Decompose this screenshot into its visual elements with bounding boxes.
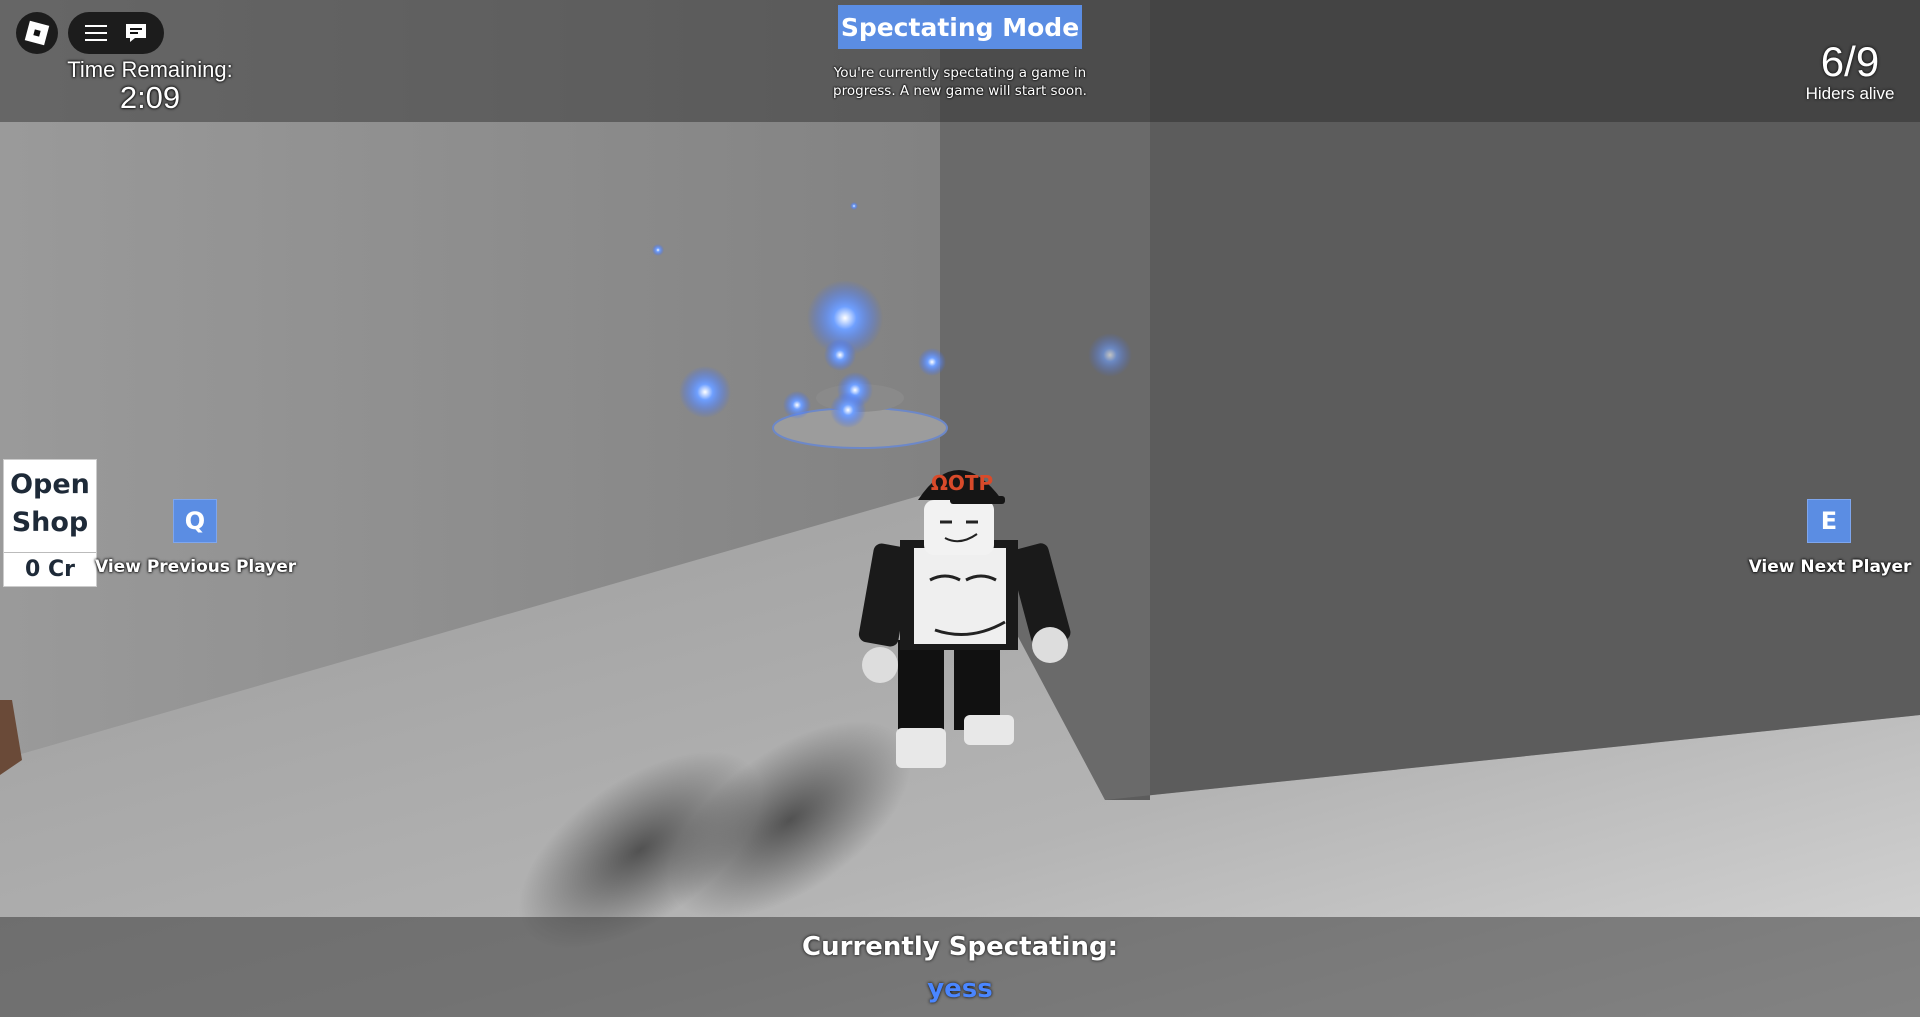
hamburger-menu-button[interactable] bbox=[78, 15, 114, 51]
spectating-mode-button[interactable]: Spectating Mode bbox=[838, 5, 1082, 49]
open-shop-button[interactable]: Open Shop bbox=[4, 460, 96, 552]
credits-balance: 0 Cr bbox=[4, 552, 96, 587]
open-shop-label-line1: Open bbox=[10, 469, 90, 500]
topbar-pill bbox=[68, 12, 164, 54]
view-next-player-label[interactable]: View Next Player bbox=[1740, 557, 1920, 577]
hiders-count: 6/9 bbox=[1820, 38, 1880, 85]
chat-icon bbox=[126, 24, 146, 42]
prev-player-key-button[interactable]: Q bbox=[173, 499, 217, 543]
time-remaining-label: Time Remaining: bbox=[67, 57, 233, 82]
open-shop-label-line2: Shop bbox=[11, 507, 89, 538]
spectating-description: You're currently spectating a game in pr… bbox=[833, 65, 1087, 99]
hiders-label: Hiders alive bbox=[1805, 84, 1895, 103]
spectated-player-name: yess bbox=[927, 974, 993, 1004]
svg-text:ΩOTP: ΩOTP bbox=[931, 471, 993, 495]
next-player-key-button[interactable]: E bbox=[1807, 499, 1851, 543]
view-previous-player-label[interactable]: View Previous Player bbox=[95, 557, 296, 577]
game-viewport: ΩOTP bbox=[0, 0, 1920, 1017]
time-remaining-value: 2:09 bbox=[119, 80, 181, 115]
currently-spectating-label: Currently Spectating: bbox=[802, 932, 1118, 962]
hamburger-menu-icon bbox=[85, 25, 107, 41]
hiders-alive: 6/9 Hiders alive bbox=[1790, 40, 1910, 104]
chat-button[interactable] bbox=[118, 15, 154, 51]
roblox-menu-button[interactable] bbox=[16, 12, 58, 54]
shop-panel: Open Shop 0 Cr bbox=[3, 459, 97, 587]
time-remaining: Time Remaining: 2:09 bbox=[40, 58, 260, 114]
roblox-logo-icon bbox=[24, 20, 50, 46]
